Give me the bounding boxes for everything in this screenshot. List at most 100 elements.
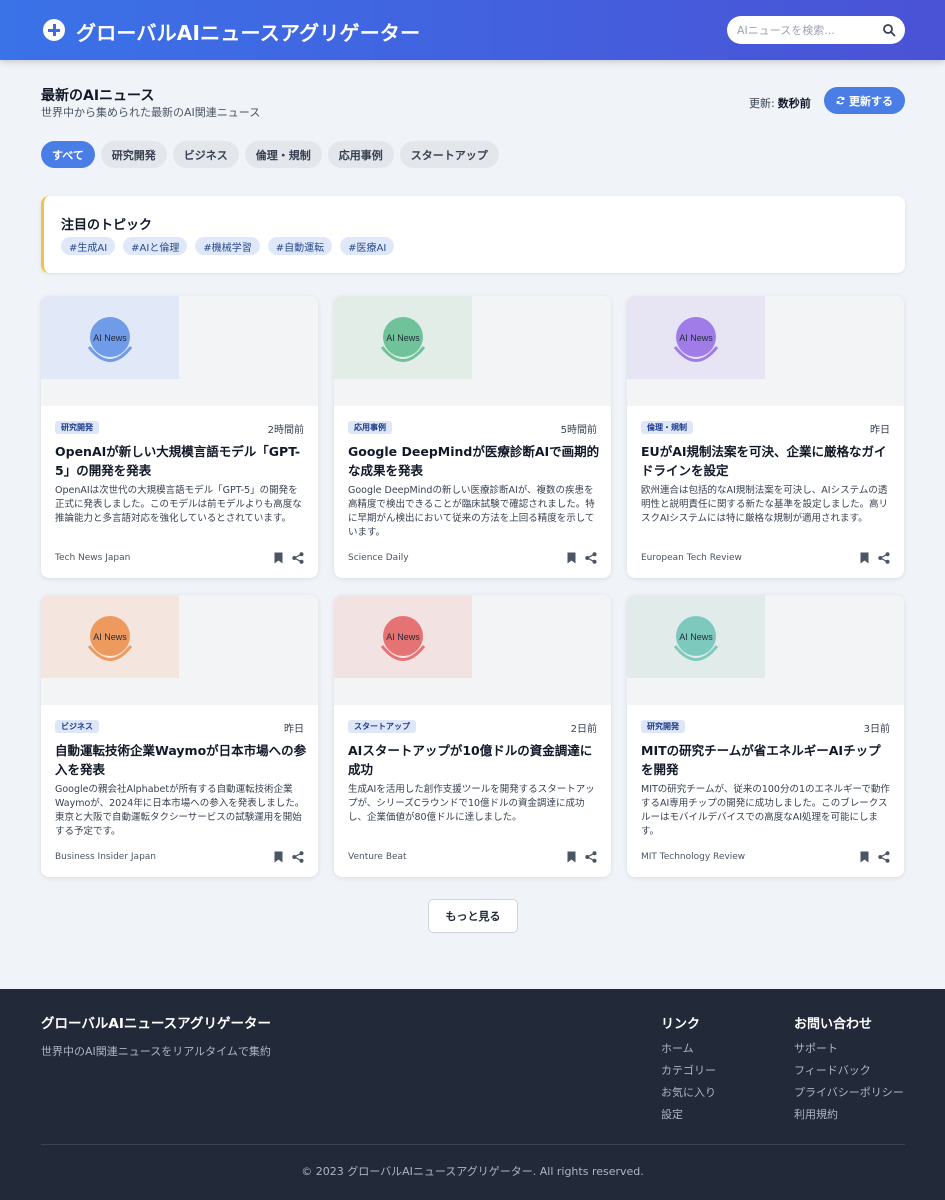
footer-link-privacy[interactable]: プライバシーポリシー <box>794 1084 904 1100</box>
category-badge: 研究開発 <box>55 421 99 434</box>
filter-research[interactable]: 研究開発 <box>100 141 167 168</box>
published-time: 5時間前 <box>560 425 597 436</box>
article-title[interactable]: MITの研究チームが省エネルギーAIチップを開発 <box>641 741 893 779</box>
bookmark-icon[interactable] <box>567 552 576 564</box>
footer-link-settings[interactable]: 設定 <box>661 1106 683 1122</box>
article-source: European Tech Review <box>641 553 742 563</box>
thumb-label: AI News <box>93 632 127 642</box>
footer-links-title: リンク <box>661 1017 701 1032</box>
news-card[interactable]: AI News 研究開発 2時間前 OpenAIが新しい大規模言語モデル「GPT… <box>41 296 318 578</box>
ai-news-logo-icon: AI News <box>380 616 426 661</box>
article-description: Googleの親会社Alphabetが所有する自動運転技術企業Waymoが、20… <box>55 784 305 837</box>
share-icon[interactable] <box>878 851 890 863</box>
bookmark-icon[interactable] <box>274 851 283 863</box>
search-icon[interactable] <box>882 23 896 37</box>
bookmark-icon[interactable] <box>567 851 576 863</box>
bookmark-icon[interactable] <box>274 552 283 564</box>
ai-news-logo-icon: AI News <box>380 317 426 362</box>
footer-tagline: 世界中のAI関連ニュースをリアルタイムで集約 <box>41 1045 271 1058</box>
refresh-label: 更新する <box>849 94 893 108</box>
article-description: MITの研究チームが、従来の100分の1のエネルギーで動作するAI専用チップの開… <box>641 784 890 837</box>
published-time: 昨日 <box>870 425 890 436</box>
footer-link-terms[interactable]: 利用規約 <box>794 1106 838 1122</box>
topic-tag[interactable]: #自動運転 <box>267 237 333 255</box>
thumb-label: AI News <box>679 333 713 343</box>
article-thumbnail: AI News <box>627 296 765 379</box>
footer-divider <box>41 1144 905 1145</box>
article-description: OpenAIは次世代の大規模言語モデル「GPT-5」の開発を正式に発表しました。… <box>55 485 302 524</box>
category-filters: すべて 研究開発 ビジネス 倫理・規制 応用事例 スタートアップ <box>41 141 499 168</box>
footer-brand: グローバルAIニュースアグリゲーター <box>41 1016 271 1032</box>
filter-business[interactable]: ビジネス <box>172 141 239 168</box>
share-icon[interactable] <box>292 552 304 564</box>
filter-ethics[interactable]: 倫理・規制 <box>244 141 322 168</box>
card-image-area: AI News <box>334 595 611 705</box>
filter-all[interactable]: すべて <box>41 141 95 168</box>
tag-list: #生成AI #AIと倫理 #機械学習 #自動運転 #医療AI <box>61 237 395 255</box>
article-source: Venture Beat <box>348 852 407 862</box>
filter-applications[interactable]: 応用事例 <box>327 141 394 168</box>
refresh-button[interactable]: 更新する <box>824 87 905 114</box>
copyright: © 2023 グローバルAIニュースアグリゲーター. All rights re… <box>301 1165 644 1178</box>
article-source: Science Daily <box>348 553 409 563</box>
article-thumbnail: AI News <box>41 296 179 379</box>
article-thumbnail: AI News <box>334 296 472 379</box>
footer-link-support[interactable]: サポート <box>794 1040 838 1056</box>
ai-news-logo-icon: AI News <box>87 616 133 661</box>
load-more-button[interactable]: もっと見る <box>428 899 518 933</box>
trending-title: 注目のトピック <box>61 218 153 233</box>
filter-startups[interactable]: スタートアップ <box>399 141 499 168</box>
article-source: MIT Technology Review <box>641 852 746 862</box>
news-card[interactable]: AI News 応用事例 5時間前 Google DeepMindが医療診断AI… <box>334 296 611 578</box>
card-image-area: AI News <box>41 296 318 406</box>
topic-tag[interactable]: #医療AI <box>340 237 395 255</box>
footer-link-favorites[interactable]: お気に入り <box>661 1084 716 1100</box>
news-card[interactable]: AI News 倫理・規制 昨日 EUがAI規制法案を可決、企業に厳格なガイドラ… <box>627 296 904 578</box>
news-card[interactable]: AI News 研究開発 3日前 MITの研究チームが省エネルギーAIチップを開… <box>627 595 904 877</box>
card-image-area: AI News <box>334 296 611 406</box>
ai-news-logo-icon: AI News <box>673 616 719 661</box>
thumb-label: AI News <box>386 632 420 642</box>
article-source: Business Insider Japan <box>55 852 157 862</box>
share-icon[interactable] <box>585 552 597 564</box>
footer-link-feedback[interactable]: フィードバック <box>794 1062 871 1078</box>
search-box[interactable] <box>727 16 905 44</box>
article-title[interactable]: 自動運転技術企業Waymoが日本市場への参入を発表 <box>55 741 307 779</box>
topic-tag[interactable]: #生成AI <box>61 237 116 255</box>
updated-label: 更新: <box>749 97 775 110</box>
article-title[interactable]: EUがAI規制法案を可決、企業に厳格なガイドラインを設定 <box>641 442 893 480</box>
share-icon[interactable] <box>292 851 304 863</box>
article-description: 生成AIを活用した創作支援ツールを開発するスタートアップが、シリーズCラウンドで… <box>348 784 595 823</box>
category-badge: 研究開発 <box>641 720 685 733</box>
share-icon[interactable] <box>585 851 597 863</box>
category-badge: スタートアップ <box>348 720 416 733</box>
updated-value: 数秒前 <box>777 97 811 110</box>
article-title[interactable]: OpenAIが新しい大規模言語モデル「GPT-5」の開発を発表 <box>55 442 307 480</box>
footer: グローバルAIニュースアグリゲーター 世界中のAI関連ニュースをリアルタイムで集… <box>0 989 945 1200</box>
published-time: 2日前 <box>570 724 597 735</box>
article-description: 欧州連合は包括的なAI規制法案を可決し、AIシステムの透明性と説明責任に関する新… <box>641 485 889 524</box>
bookmark-icon[interactable] <box>860 552 869 564</box>
topic-tag[interactable]: #機械学習 <box>195 237 260 255</box>
bookmark-icon[interactable] <box>860 851 869 863</box>
footer-contact-title: お問い合わせ <box>794 1017 873 1032</box>
app-header: グローバルAIニュースアグリゲーター <box>0 0 945 60</box>
news-card[interactable]: AI News スタートアップ 2日前 AIスタートアップが10億ドルの資金調達… <box>334 595 611 877</box>
article-thumbnail: AI News <box>41 595 179 678</box>
topic-tag[interactable]: #AIと倫理 <box>123 237 188 255</box>
footer-link-categories[interactable]: カテゴリー <box>661 1062 716 1078</box>
article-description: Google DeepMindの新しい医療診断AIが、複数の疾患を高精度で検出で… <box>348 485 595 538</box>
article-title[interactable]: AIスタートアップが10億ドルの資金調達に成功 <box>348 741 600 779</box>
last-updated: 更新: 数秒前 <box>749 95 811 111</box>
search-input[interactable] <box>737 16 877 44</box>
thumb-label: AI News <box>93 333 127 343</box>
card-image-area: AI News <box>627 595 904 705</box>
article-title[interactable]: Google DeepMindが医療診断AIで画期的な成果を発表 <box>348 442 600 480</box>
page-subtitle: 世界中から集められた最新のAI関連ニュース <box>41 106 261 119</box>
category-badge: 倫理・規制 <box>641 421 693 434</box>
footer-link-home[interactable]: ホーム <box>661 1040 694 1056</box>
card-image-area: AI News <box>41 595 318 705</box>
share-icon[interactable] <box>878 552 890 564</box>
news-card[interactable]: AI News ビジネス 昨日 自動運転技術企業Waymoが日本市場への参入を発… <box>41 595 318 877</box>
published-time: 昨日 <box>284 724 304 735</box>
